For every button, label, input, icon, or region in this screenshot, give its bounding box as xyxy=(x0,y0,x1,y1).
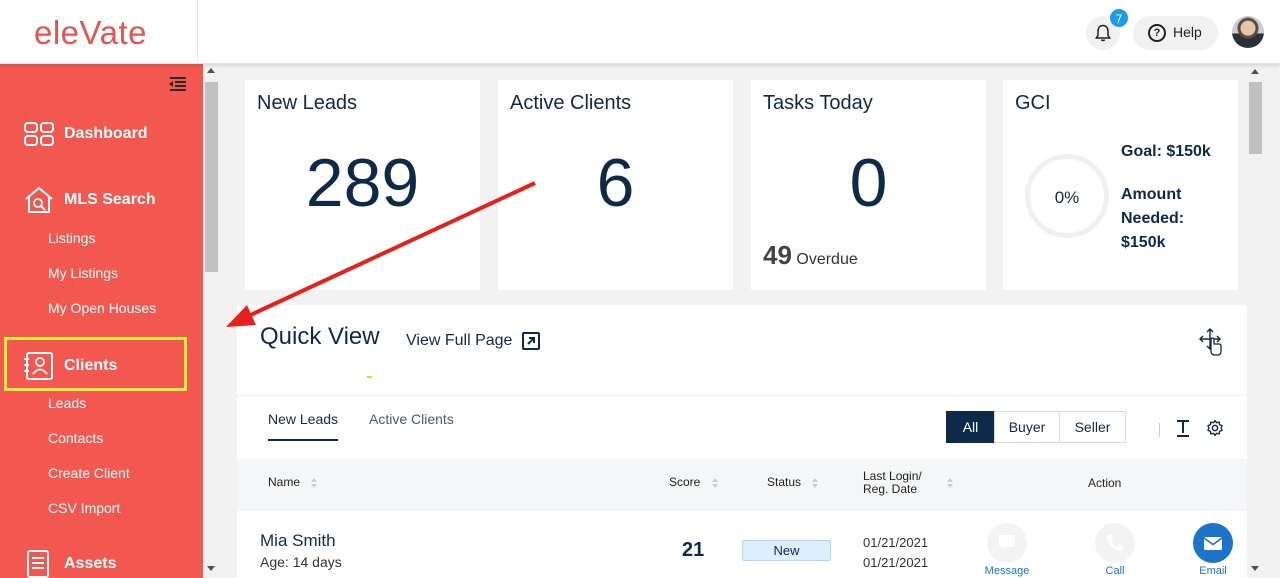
sidebar-subitem-contacts[interactable]: Contacts xyxy=(48,430,103,446)
main-scroll-thumb[interactable] xyxy=(1249,82,1262,154)
tasks-today-count: 0 xyxy=(849,145,888,221)
gci-amount-needed: Amount Needed: $150k xyxy=(1121,186,1185,251)
collapse-menu-icon[interactable] xyxy=(168,76,188,92)
question-icon: ? xyxy=(1148,24,1166,42)
email-button[interactable] xyxy=(1193,523,1233,563)
active-clients-count: 6 xyxy=(596,145,635,221)
scroll-down-arrow-icon[interactable] xyxy=(207,566,215,571)
sidebar-item-assets[interactable]: Assets xyxy=(24,550,116,578)
sort-icon[interactable] xyxy=(311,477,318,488)
chat-bubble-icon xyxy=(999,535,1015,550)
quick-view-panel: Quick View View Full Page New Leads Acti… xyxy=(237,305,1247,578)
gci-card[interactable]: GCI 0% Goal: $150k Amount Needed: $150k xyxy=(1003,80,1238,290)
help-button[interactable]: ? Help xyxy=(1133,16,1218,50)
sort-icon[interactable] xyxy=(812,477,819,488)
column-label: Name xyxy=(268,475,301,489)
card-title: GCI xyxy=(1015,92,1051,114)
tab-active-clients[interactable]: Active Clients xyxy=(369,411,454,427)
overdue-label: Overdue xyxy=(796,251,858,268)
sidebar-subitem-create-client[interactable]: Create Client xyxy=(48,465,130,481)
card-title: New Leads xyxy=(257,92,358,114)
gear-icon[interactable] xyxy=(1206,419,1224,437)
top-header: eleVate 7 ? Help xyxy=(0,0,1280,64)
sidebar-scrollbar[interactable] xyxy=(203,64,220,578)
view-full-page-link[interactable]: View Full Page xyxy=(406,332,512,350)
sidebar-item-label: Assets xyxy=(64,555,117,572)
drag-move-icon[interactable] xyxy=(1197,327,1223,357)
sidebar: Dashboard MLS Search Listings My Listing… xyxy=(0,64,203,578)
sidebar-scroll-thumb[interactable] xyxy=(205,82,218,272)
gci-percent: 0% xyxy=(1054,188,1080,207)
user-avatar[interactable] xyxy=(1232,16,1264,48)
client-age: Age: 14 days xyxy=(260,554,342,570)
filter-buyer-button[interactable]: Buyer xyxy=(994,411,1060,443)
sort-icon[interactable] xyxy=(947,478,953,488)
column-header-action: Action xyxy=(1088,476,1122,490)
column-label: Reg. Date xyxy=(863,482,918,496)
client-score: 21 xyxy=(682,539,705,561)
overdue-summary[interactable]: 49 Overdue xyxy=(763,240,858,271)
new-leads-card[interactable]: New Leads 289 xyxy=(245,80,480,290)
tab-new-leads[interactable]: New Leads xyxy=(268,411,338,427)
card-title: Tasks Today xyxy=(763,92,873,114)
notification-count-badge: 7 xyxy=(1109,8,1129,28)
status-badge: New xyxy=(742,540,831,561)
envelope-icon xyxy=(1203,537,1223,550)
clients-highlight-box xyxy=(4,337,187,391)
document-icon xyxy=(27,550,49,578)
call-button[interactable] xyxy=(1095,523,1135,563)
divider xyxy=(1159,423,1160,437)
sidebar-subitem-my-listings[interactable]: My Listings xyxy=(48,265,118,281)
sidebar-item-mls-search[interactable]: MLS Search xyxy=(24,186,156,214)
filter-all-button[interactable]: All xyxy=(946,411,995,443)
sidebar-subitem-leads[interactable]: Leads xyxy=(48,395,86,411)
quick-view-title: Quick View xyxy=(260,323,380,350)
column-label: Score xyxy=(669,475,701,489)
active-clients-card[interactable]: Active Clients 6 xyxy=(498,80,733,290)
bell-icon xyxy=(1094,24,1112,42)
sidebar-subitem-listings[interactable]: Listings xyxy=(48,230,95,246)
sidebar-subitem-my-open-houses[interactable]: My Open Houses xyxy=(48,300,156,316)
column-header-last-login[interactable]: Last Login/ Reg. Date xyxy=(863,470,922,496)
overdue-count: 49 xyxy=(763,240,792,270)
sort-icon[interactable] xyxy=(711,477,718,488)
gci-goal: Goal: $150k xyxy=(1121,143,1211,160)
column-label: Status xyxy=(767,475,802,489)
sidebar-item-dashboard[interactable]: Dashboard xyxy=(24,122,148,146)
column-header-status[interactable]: Status xyxy=(767,475,819,489)
email-label[interactable]: Email xyxy=(1183,565,1243,577)
scroll-up-arrow-icon[interactable] xyxy=(1251,69,1259,74)
decorative-dot xyxy=(367,376,372,378)
scroll-up-arrow-icon[interactable] xyxy=(207,68,215,73)
logo-text: eleVate xyxy=(34,14,147,51)
message-label[interactable]: Message xyxy=(977,565,1037,577)
logo-area: eleVate xyxy=(0,0,198,64)
client-name-link[interactable]: Mia Smith xyxy=(260,531,336,551)
tasks-today-card[interactable]: Tasks Today 0 49 Overdue xyxy=(751,80,986,290)
text-size-icon[interactable] xyxy=(1175,419,1191,437)
last-login-date: 01/21/2021 xyxy=(863,535,929,550)
dashboard-icon xyxy=(24,122,54,146)
help-label: Help xyxy=(1173,24,1202,40)
column-header-score[interactable]: Score xyxy=(669,475,718,489)
main-scrollbar[interactable] xyxy=(1247,64,1264,578)
new-leads-count: 289 xyxy=(305,145,420,221)
active-tab-indicator xyxy=(268,439,338,441)
sidebar-item-label: Dashboard xyxy=(64,125,148,142)
phone-icon xyxy=(1107,535,1123,551)
elevate-logo[interactable]: eleVate xyxy=(34,14,147,52)
sidebar-subitem-csv-import[interactable]: CSV Import xyxy=(48,500,120,516)
filter-seller-button[interactable]: Seller xyxy=(1059,411,1126,443)
divider xyxy=(237,395,1247,396)
card-title: Active Clients xyxy=(510,92,632,114)
registration-date: 01/21/2021 xyxy=(863,555,929,570)
house-search-icon xyxy=(25,186,53,213)
external-link-icon[interactable] xyxy=(521,331,541,351)
message-button[interactable] xyxy=(987,523,1027,563)
call-label[interactable]: Call xyxy=(1085,565,1145,577)
sidebar-item-label: MLS Search xyxy=(64,191,156,208)
scroll-down-arrow-icon[interactable] xyxy=(1251,566,1259,571)
table-header: Name Score Status Last Login/ Reg. Date … xyxy=(237,459,1247,511)
column-header-name[interactable]: Name xyxy=(268,475,318,489)
